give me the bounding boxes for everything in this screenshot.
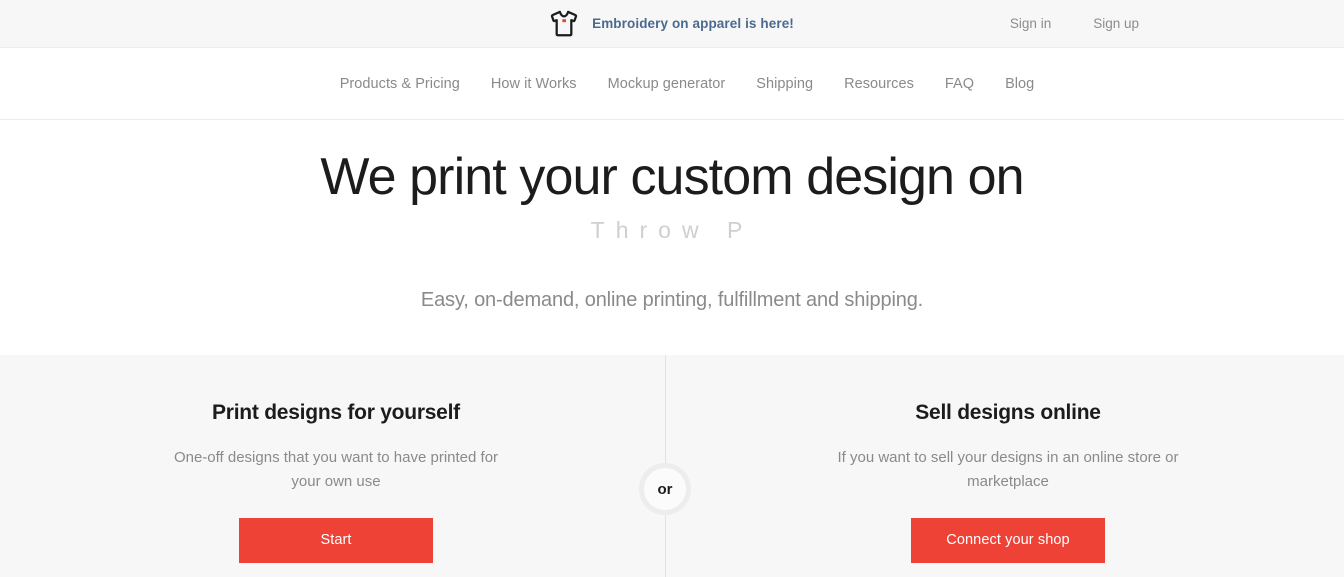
nav-item-how-it-works[interactable]: How it Works [491,76,577,92]
print-for-yourself-description: One-off designs that you want to have pr… [173,449,499,491]
nav-item-resources[interactable]: Resources [844,76,914,92]
print-for-yourself-title: Print designs for yourself [212,401,460,424]
sign-up-link[interactable]: Sign up [1093,16,1139,31]
tshirt-print-accent [562,19,567,23]
start-button[interactable]: Start [239,517,433,563]
choice-column-sell-online: Sell designs online If you want to sell … [672,355,1344,577]
or-divider-badge: or [639,463,691,515]
nav-item-blog[interactable]: Blog [1005,76,1034,92]
tshirt-icon [550,10,578,37]
nav-item-mockup-generator[interactable]: Mockup generator [608,76,726,92]
nav-list: Products & Pricing How it Works Mockup g… [310,76,1035,92]
sign-in-link[interactable]: Sign in [1010,16,1051,31]
hero-title: We print your custom design on [320,148,1024,206]
choice-section: or Print designs for yourself One-off de… [0,355,1344,577]
announcement-link[interactable]: Embroidery on apparel is here! [550,10,794,37]
nav-item-products-pricing[interactable]: Products & Pricing [340,76,460,92]
auth-links: Sign in Sign up [1010,0,1344,47]
nav-item-faq[interactable]: FAQ [945,76,974,92]
announcement-text: Embroidery on apparel is here! [592,16,794,31]
hero-subtitle: Easy, on-demand, online printing, fulfil… [420,289,924,312]
main-navigation: Products & Pricing How it Works Mockup g… [0,48,1344,120]
announcement-bar: Embroidery on apparel is here! Sign in S… [0,0,1344,48]
sell-online-title: Sell designs online [915,401,1101,424]
sell-online-description: If you want to sell your designs in an o… [837,449,1179,491]
connect-your-shop-button[interactable]: Connect your shop [911,517,1105,563]
hero-section: We print your custom design on Throw P E… [0,120,1344,355]
nav-item-shipping[interactable]: Shipping [756,76,813,92]
hero-typed-product-text: Throw P [590,217,754,244]
choice-column-print-for-yourself: Print designs for yourself One-off desig… [0,355,672,577]
